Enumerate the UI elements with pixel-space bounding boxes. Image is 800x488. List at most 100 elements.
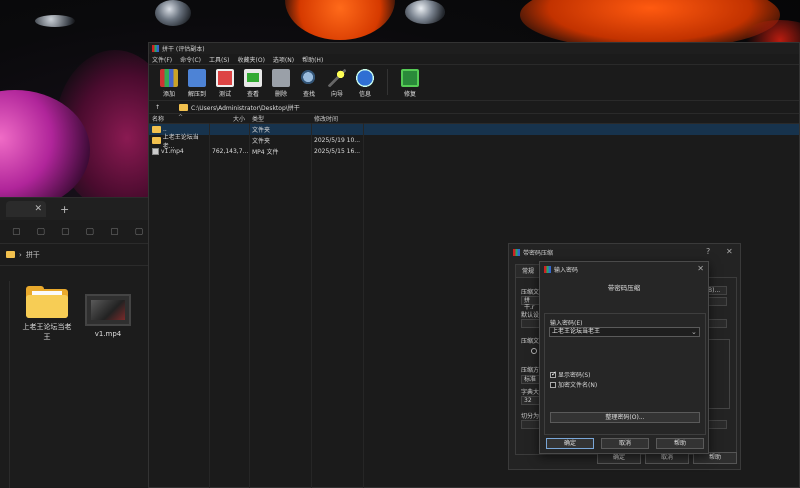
help-icon[interactable]: ? xyxy=(706,247,710,256)
help-button[interactable]: 帮助 xyxy=(656,438,704,449)
profiles-button[interactable] xyxy=(521,319,541,328)
column-divider xyxy=(311,123,312,488)
wallpaper-shape xyxy=(285,0,395,40)
checkbox-checked-icon xyxy=(550,370,557,378)
file-row[interactable]: v1.mp4 762,143,7... MP4 文件 2025/5/15 16.… xyxy=(149,146,799,157)
compression-method-label: 压缩方 xyxy=(521,367,540,374)
file-modified: 2025/5/19 10... xyxy=(314,137,361,144)
video-tile[interactable]: v1.mp4 xyxy=(82,294,134,338)
show-password-checkbox[interactable]: 显示密码(S) xyxy=(550,370,591,379)
column-type-header[interactable]: 类型 xyxy=(249,114,311,123)
column-divider xyxy=(363,123,364,488)
menu-file[interactable]: 文件(F) xyxy=(152,55,172,64)
video-file-icon xyxy=(152,148,159,155)
dictionary-size-label: 字典大 xyxy=(521,389,540,396)
winrar-logo-icon xyxy=(513,248,520,256)
repair-label: 修复 xyxy=(403,91,416,98)
ok-button[interactable]: 确定 xyxy=(546,438,594,449)
column-divider xyxy=(249,123,250,488)
repair-button[interactable]: 修复 xyxy=(398,69,422,98)
test-button[interactable]: 测试 xyxy=(213,69,237,98)
explorer-command-bar: ▢ ▢ ▢ ▢ ▢ ▢ ⇅ xyxy=(0,220,167,244)
split-volumes-field[interactable] xyxy=(521,420,541,429)
info-icon xyxy=(356,69,374,87)
tab-general[interactable]: 常规 xyxy=(515,264,542,277)
default-profile-label: 默认设 xyxy=(521,312,540,319)
menu-commands[interactable]: 命令(C) xyxy=(180,55,201,64)
video-thumbnail-icon xyxy=(85,294,131,326)
column-size-header[interactable]: 大小 xyxy=(209,114,249,123)
find-button[interactable]: 查找 xyxy=(297,69,321,98)
archive-name-field[interactable]: 拼干.r xyxy=(521,296,541,311)
test-label: 测试 xyxy=(218,91,231,98)
copy-icon[interactable]: ▢ xyxy=(37,227,46,237)
encrypt-filenames-checkbox[interactable]: 加密文件名(N) xyxy=(550,380,597,389)
explorer-tabbar: ✕ + xyxy=(0,198,150,220)
column-divider xyxy=(209,123,210,488)
explorer-address-bar[interactable]: › 拼干 xyxy=(0,244,150,266)
format-rar-radio[interactable] xyxy=(531,348,537,354)
rename-icon[interactable]: ▢ xyxy=(86,227,95,237)
folder-icon xyxy=(179,103,189,111)
password-input[interactable]: 上老王论坛当老王 xyxy=(549,327,700,337)
update-mode-select[interactable] xyxy=(707,297,727,306)
close-icon[interactable]: ✕ xyxy=(697,264,704,273)
path-bar: ↑ C:\Users\Administrator\Desktop\拼干 xyxy=(149,101,799,114)
cancel-button[interactable]: 取消 xyxy=(601,438,649,449)
menu-options[interactable]: 选项(N) xyxy=(273,55,294,64)
folder-icon xyxy=(6,251,15,258)
wallpaper-droplet xyxy=(155,0,191,26)
dictionary-size-select[interactable]: 32 xyxy=(521,396,541,405)
wallpaper-droplet xyxy=(405,0,445,24)
add-button[interactable]: 添加 xyxy=(157,69,181,98)
close-icon[interactable]: ✕ xyxy=(726,247,733,256)
path-field[interactable]: C:\Users\Administrator\Desktop\拼干 xyxy=(165,102,799,113)
share-icon[interactable]: ▢ xyxy=(110,227,119,237)
explorer-tab[interactable]: ✕ xyxy=(6,201,46,217)
path-text: C:\Users\Administrator\Desktop\拼干 xyxy=(191,104,300,112)
new-tab-button[interactable]: + xyxy=(60,203,69,216)
organize-passwords-button[interactable]: 整理密码(O)... xyxy=(550,412,700,423)
cut-icon[interactable]: ▢ xyxy=(12,227,21,237)
breadcrumb-separator: › xyxy=(19,250,22,259)
password-dialog-title: 输入密码 xyxy=(554,266,579,274)
delete-button[interactable]: 删除 xyxy=(269,69,293,98)
view-button[interactable]: 查看 xyxy=(241,69,265,98)
file-row[interactable]: 上老王论坛当老... 文件夹 2025/5/19 10... xyxy=(149,134,799,150)
file-type: 文件夹 xyxy=(252,127,271,134)
menu-favorites[interactable]: 收藏夹(O) xyxy=(238,55,265,64)
menu-tools[interactable]: 工具(S) xyxy=(209,55,230,64)
file-name: 上老王论坛当老... xyxy=(162,133,199,150)
archive-name-label: 压缩文 xyxy=(521,289,540,296)
extract-to-button[interactable]: 解压到 xyxy=(185,69,209,98)
folder-tile-label: 上老王论坛当老王 xyxy=(22,323,72,341)
update-mode-field[interactable] xyxy=(707,319,727,328)
test-icon xyxy=(216,69,234,87)
show-password-label: 显示密码(S) xyxy=(558,372,591,379)
browse-button[interactable]: B)... xyxy=(707,286,727,295)
checkbox-unchecked-icon xyxy=(550,381,556,388)
paste-icon[interactable]: ▢ xyxy=(61,227,70,237)
folder-tile[interactable]: 上老王论坛当老王 xyxy=(22,286,72,342)
compression-method-select[interactable]: 标准 xyxy=(521,375,541,384)
file-modified: 2025/5/15 16... xyxy=(314,148,361,155)
info-button[interactable]: 信息 xyxy=(353,69,377,98)
chevron-down-icon[interactable]: ⌄ xyxy=(691,328,697,336)
wizard-button[interactable]: 向导 xyxy=(325,69,349,98)
password-label: 输入密码(E) xyxy=(550,320,583,327)
dialog-title: 带密码压缩 xyxy=(523,249,554,257)
delete-icon[interactable]: ▢ xyxy=(135,227,144,237)
file-name: v1.mp4 xyxy=(161,148,184,155)
winrar-logo-icon xyxy=(152,45,159,52)
breadcrumb[interactable]: 拼干 xyxy=(26,250,40,260)
file-row[interactable]: .. 文件夹 xyxy=(149,124,799,135)
sort-indicator-icon: ^ xyxy=(178,114,184,121)
file-size: 762,143,7... xyxy=(212,148,249,155)
up-folder-icon[interactable]: ↑ xyxy=(155,104,160,111)
split-units-select[interactable] xyxy=(707,420,727,429)
winrar-titlebar: 拼干 (评估副本) xyxy=(149,43,799,54)
close-icon[interactable]: ✕ xyxy=(34,204,42,214)
column-modified-header[interactable]: 修改时间 xyxy=(311,114,363,123)
menu-help[interactable]: 帮助(H) xyxy=(302,55,323,64)
wizard-label: 向导 xyxy=(330,91,343,98)
